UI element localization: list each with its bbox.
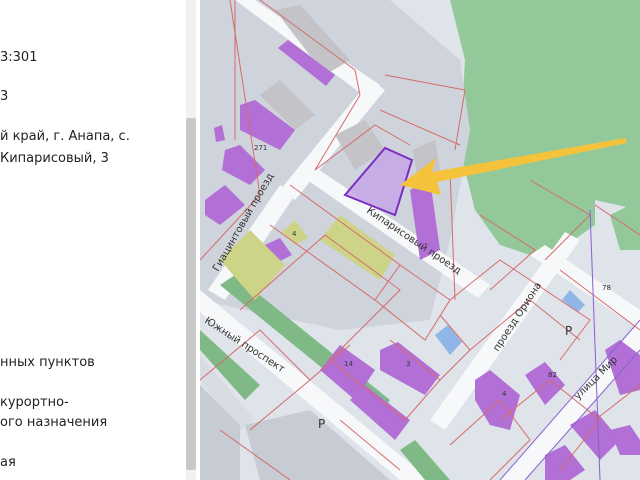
permitted-use-line-2: ого назначения [0, 415, 108, 430]
house-number: 14 [344, 360, 353, 368]
parking-icon: P [565, 324, 572, 338]
address-line-1: й край, г. Анапа, с. [0, 129, 130, 144]
street-label-oriona: проезд Ориона [491, 280, 544, 353]
building [610, 425, 640, 455]
cadastral-map[interactable]: Гиацинтовый проезд Кипарисовый проезд Юж… [200, 0, 640, 480]
scrollbar-thumb[interactable] [186, 118, 196, 470]
address-line-2: Кипарисовый, 3 [0, 151, 109, 166]
ownership-value: ая [0, 455, 16, 470]
water-object [435, 325, 462, 355]
permitted-use-line-1: курортно- [0, 395, 69, 410]
house-number: 4 [292, 230, 297, 238]
cadastral-number: 3:301 [0, 50, 38, 65]
house-number: 78 [602, 284, 611, 292]
building [475, 370, 520, 430]
house-number: 4 [502, 390, 507, 398]
land-category: нных пунктов [0, 355, 95, 370]
info-panel: 3:301 3 й край, г. Анапа, с. Кипарисовый… [0, 0, 200, 480]
house-number: 3 [406, 360, 410, 368]
house-number: 271 [254, 144, 267, 152]
info-value: 3 [0, 89, 9, 104]
building [380, 342, 440, 395]
parking-icon: P [318, 417, 325, 431]
panel-scrollbar[interactable] [186, 0, 196, 480]
house-number: 82 [548, 371, 557, 379]
